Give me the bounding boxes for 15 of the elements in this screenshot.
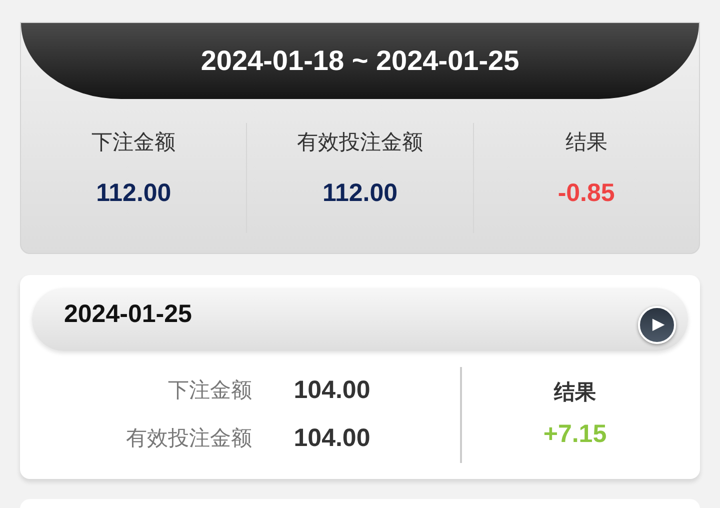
amount-label: 有效投注金额 xyxy=(125,426,252,452)
stat-value: 112.00 xyxy=(96,178,172,208)
stat-label: 有效投注金额 xyxy=(296,130,423,156)
stat-label: 下注金额 xyxy=(92,130,176,156)
amount-value: 104.00 xyxy=(292,375,372,406)
result-label: 结果 xyxy=(554,380,596,406)
expand-button[interactable]: ▶ xyxy=(638,306,676,344)
day-date: 2024-01-25 xyxy=(64,298,192,330)
result-value: +7.15 xyxy=(543,419,607,450)
date-range: 2024-01-18 ~ 2024-01-25 xyxy=(200,44,520,78)
stat-label: 结果 xyxy=(565,130,608,156)
stat-value: 112.00 xyxy=(322,178,398,208)
amount-label: 下注金额 xyxy=(167,378,252,404)
stat-value: -0.85 xyxy=(558,178,615,208)
amount-value: 104.00 xyxy=(292,423,372,454)
